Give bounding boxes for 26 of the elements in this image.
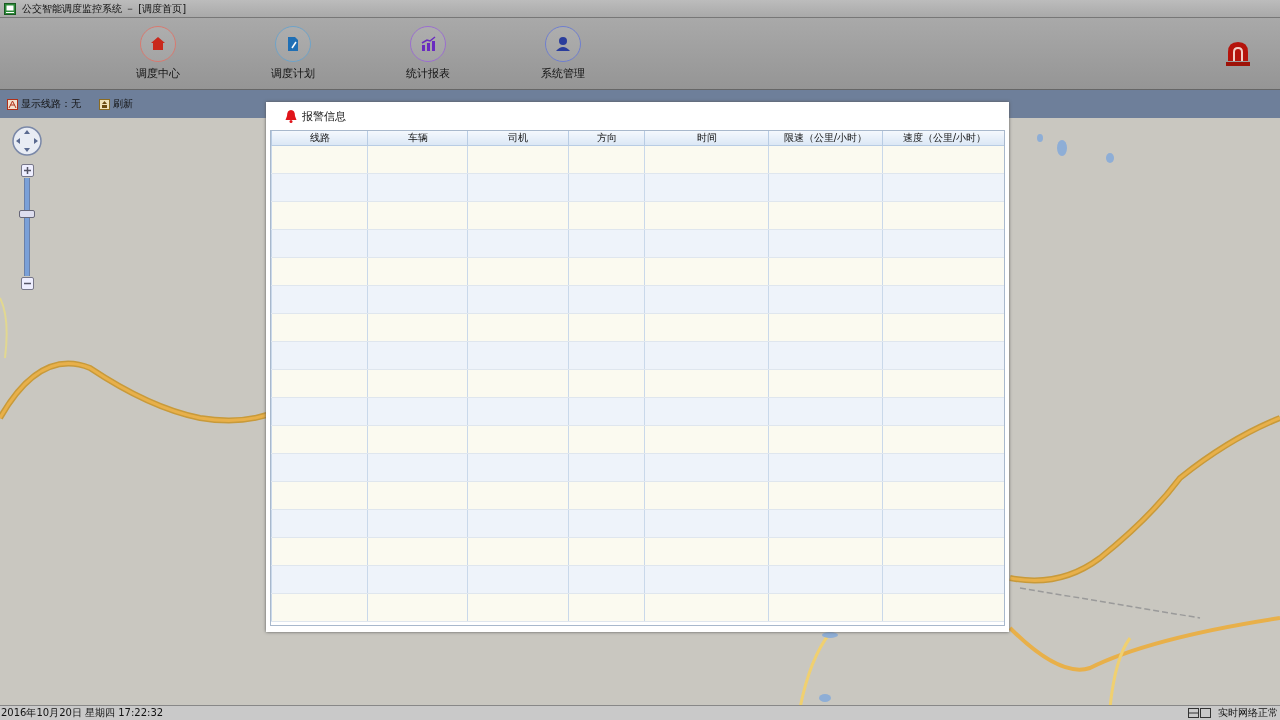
slider-thumb[interactable] — [19, 210, 35, 219]
plus-icon — [22, 166, 32, 175]
route-icon — [7, 98, 18, 110]
column-header[interactable]: 方向 — [568, 131, 645, 146]
column-header[interactable]: 限速（公里/小时） — [768, 131, 883, 146]
bell-icon — [285, 109, 297, 123]
siren-button[interactable] — [1226, 40, 1250, 67]
refresh-icon — [99, 98, 110, 110]
column-header[interactable]: 司机 — [467, 131, 569, 146]
column-header[interactable]: 车辆 — [367, 131, 468, 146]
column-header[interactable]: 速度（公里/小时） — [882, 131, 1004, 146]
nav-button[interactable]: 调度中心 — [90, 26, 225, 81]
datetime-text: 2016年10月20日 星期四 17:22:32 — [0, 706, 164, 720]
layout-icon — [1188, 708, 1212, 718]
app-icon — [4, 2, 16, 15]
toolbar-button[interactable]: 刷新 — [99, 97, 133, 111]
nav-button[interactable]: 调度计划 — [225, 26, 360, 81]
column-header[interactable]: 线路 — [271, 131, 368, 146]
pan-control[interactable] — [12, 126, 42, 156]
dialog-title: 报警信息 — [302, 108, 346, 124]
network-status: 实时网络正常 — [1218, 706, 1279, 720]
window-title: 公交智能调度监控系统 － [调度首页] — [22, 1, 187, 16]
nav-button[interactable]: 统计报表 — [360, 26, 495, 81]
nav-button[interactable]: 系统管理 — [495, 26, 630, 81]
column-header[interactable]: 时间 — [644, 131, 769, 146]
toolbar-button[interactable]: 显示线路：无 — [7, 97, 81, 111]
